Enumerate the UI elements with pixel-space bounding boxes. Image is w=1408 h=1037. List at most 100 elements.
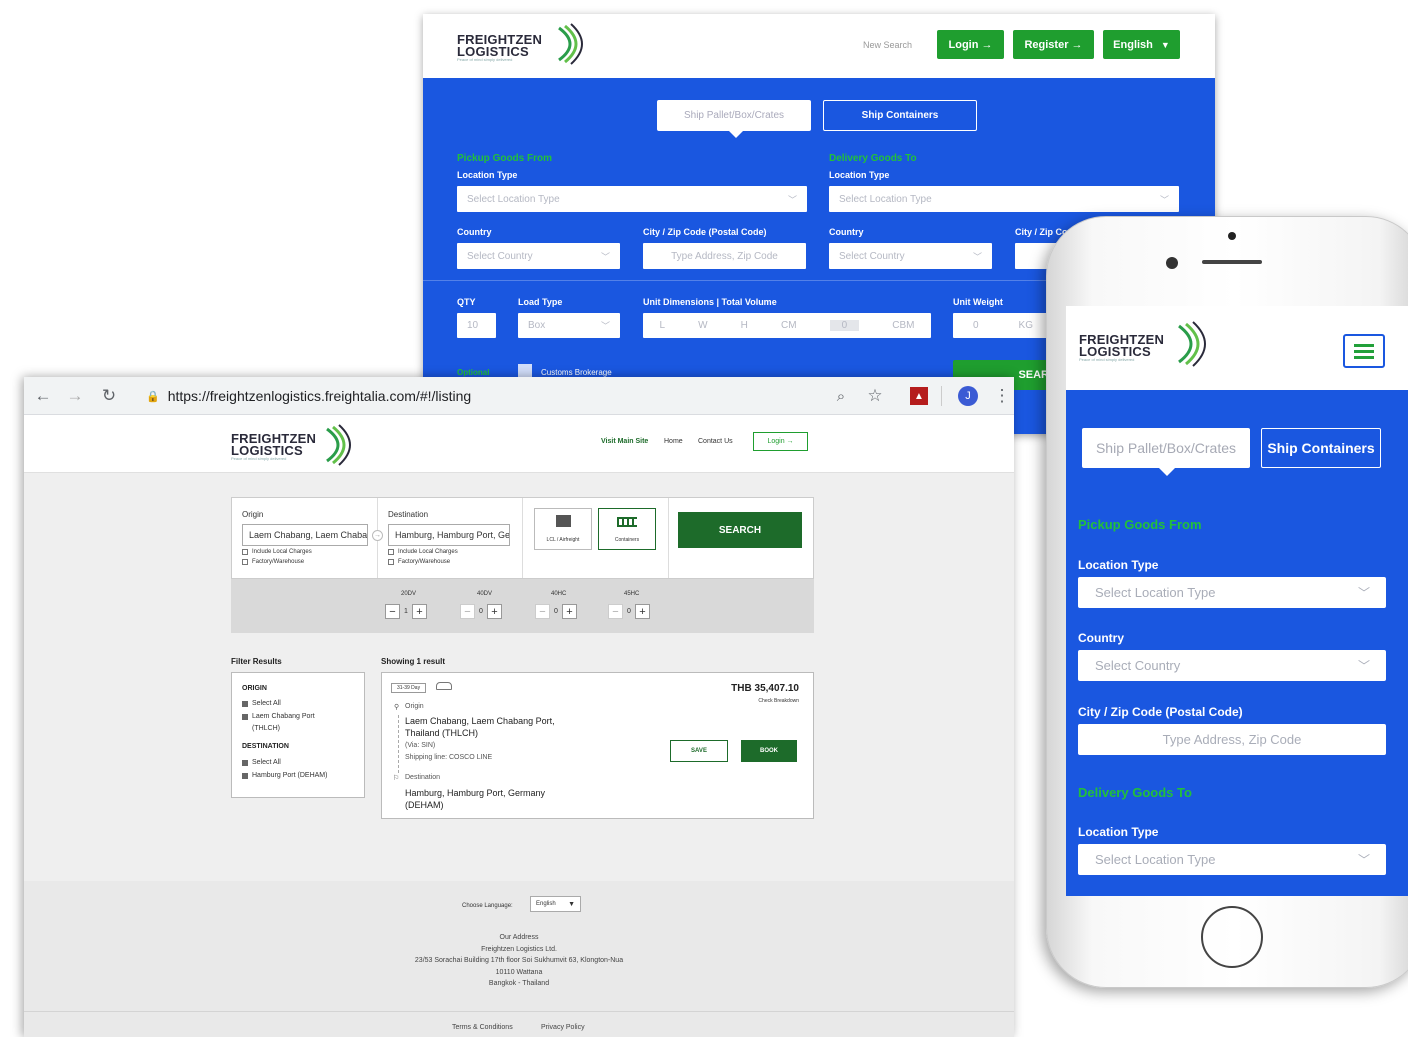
login-button[interactable]: Login →: [937, 30, 1004, 59]
result-card[interactable]: 31-39 Day THB 35,407.10 Check Breakdown …: [381, 672, 814, 819]
delivery-country-label: Country: [829, 227, 864, 237]
checkbox[interactable]: [242, 549, 248, 555]
site-brand-logo[interactable]: FREIGHTZEN LOGISTICS Peace of mind simpl…: [231, 424, 351, 466]
length-field[interactable]: L: [660, 320, 666, 331]
phone-country-select[interactable]: Select Country ﹀: [1078, 650, 1386, 681]
phone-tab-pallet[interactable]: Ship Pallet/Box/Crates: [1082, 428, 1250, 468]
container-45hc-stepper[interactable]: − 0 +: [608, 604, 650, 619]
chevron-down-icon: ﹀: [600, 321, 610, 331]
pickup-country-label: Country: [457, 227, 492, 237]
hamburger-menu-icon[interactable]: [1343, 334, 1385, 368]
site-login-button[interactable]: Login →: [753, 432, 808, 451]
checkbox[interactable]: [242, 713, 248, 720]
volume-unit: CBM: [892, 320, 915, 331]
check-breakdown-link[interactable]: Check Breakdown: [758, 698, 799, 704]
phone-brand-logo[interactable]: FREIGHTZEN LOGISTICS Peace of mind simpl…: [1079, 321, 1206, 367]
qty-input[interactable]: 10: [457, 313, 496, 338]
pdf-extension-icon[interactable]: ▲: [910, 387, 928, 405]
brand-logo[interactable]: FREIGHTZEN LOGISTICS Peace of mind simpl…: [457, 23, 583, 65]
home-link[interactable]: Home: [664, 438, 683, 445]
width-field[interactable]: W: [698, 320, 707, 331]
phone-delivery-location-select[interactable]: Select Location Type ﹀: [1078, 844, 1386, 875]
customs-checkbox[interactable]: [518, 364, 532, 378]
visit-main-site-link[interactable]: Visit Main Site: [601, 438, 648, 445]
phone-country-label: Country: [1078, 631, 1124, 645]
mode-lcl-button[interactable]: LCL / Airfreight: [534, 508, 592, 550]
load-type-select[interactable]: Box ﹀: [518, 313, 620, 338]
forward-arrow-icon[interactable]: →: [64, 385, 86, 407]
toolbar-divider: [941, 386, 942, 406]
address-bar[interactable]: 🔒 https://freightzenlogistics.freightali…: [132, 382, 862, 410]
filter-dest-select-all[interactable]: Select All: [242, 759, 281, 766]
minus-icon[interactable]: −: [535, 604, 550, 619]
delivery-location-type-select[interactable]: Select Location Type ﹀: [829, 186, 1179, 212]
dim-unit[interactable]: CM: [781, 320, 797, 331]
minus-icon[interactable]: −: [460, 604, 475, 619]
back-arrow-icon[interactable]: ←: [32, 385, 54, 407]
flag-icon: ⚐: [393, 775, 400, 782]
privacy-link[interactable]: Privacy Policy: [541, 1024, 585, 1031]
dest-local-charges[interactable]: Include Local Charges: [388, 549, 458, 555]
logo-tagline: Peace of mind simply delivered: [231, 456, 287, 462]
minus-icon[interactable]: −: [608, 604, 623, 619]
star-icon[interactable]: ☆: [864, 385, 886, 407]
swap-arrow-icon[interactable]: →: [372, 530, 383, 541]
container-20dv-stepper[interactable]: − 1 +: [385, 604, 427, 619]
pickup-location-type-value: Select Location Type: [467, 193, 560, 205]
plus-icon[interactable]: +: [561, 604, 577, 619]
reload-icon[interactable]: ↻: [98, 385, 120, 407]
footer-language-select[interactable]: English ▼: [530, 896, 581, 912]
plus-icon[interactable]: +: [486, 604, 502, 619]
dimensions-input-group[interactable]: L W H CM 0 CBM: [643, 313, 931, 338]
phone-tab-containers[interactable]: Ship Containers: [1261, 428, 1381, 468]
origin-local-charges[interactable]: Include Local Charges: [242, 549, 312, 555]
delivery-country-select[interactable]: Select Country ﹀: [829, 243, 992, 269]
dest-factory[interactable]: Factory/Warehouse: [388, 559, 450, 565]
origin-input[interactable]: Laem Chabang, Laem Chabang Port: [242, 524, 368, 546]
height-field[interactable]: H: [741, 320, 748, 331]
zoom-icon[interactable]: ⌕: [830, 385, 852, 407]
new-search-link[interactable]: New Search: [863, 40, 912, 50]
container-40dv-stepper[interactable]: − 0 +: [460, 604, 502, 619]
plus-icon[interactable]: +: [411, 604, 427, 619]
pickup-city-input[interactable]: Type Address, Zip Code: [643, 243, 806, 269]
checkbox[interactable]: [242, 772, 248, 779]
checkbox[interactable]: [388, 549, 394, 555]
choose-language-label: Choose Language:: [462, 903, 513, 909]
pickup-country-select[interactable]: Select Country ﹀: [457, 243, 620, 269]
contact-link[interactable]: Contact Us: [698, 438, 733, 445]
profile-avatar[interactable]: J: [958, 386, 978, 406]
tab-containers[interactable]: Ship Containers: [823, 100, 977, 131]
result-dest-line1: Hamburg, Hamburg Port, Germany: [405, 788, 546, 798]
load-type-label: Load Type: [518, 297, 563, 307]
weight-input[interactable]: 0 KG: [953, 313, 1053, 338]
qty-label: QTY: [457, 297, 476, 307]
origin-factory[interactable]: Factory/Warehouse: [242, 559, 304, 565]
pickup-location-type-select[interactable]: Select Location Type ﹀: [457, 186, 807, 212]
mode-containers-button[interactable]: Containers: [598, 508, 656, 550]
delivery-city-label: City / Zip Co: [1015, 227, 1068, 237]
checkbox[interactable]: [242, 759, 248, 766]
truck-icon: [436, 682, 452, 690]
phone-location-type-select[interactable]: Select Location Type ﹀: [1078, 577, 1386, 608]
plus-icon[interactable]: +: [634, 604, 650, 619]
terms-link[interactable]: Terms & Conditions: [452, 1024, 513, 1031]
checkbox[interactable]: [242, 700, 248, 707]
tab-pallet[interactable]: Ship Pallet/Box/Crates: [657, 100, 811, 131]
register-button[interactable]: Register →: [1013, 30, 1094, 59]
search-button[interactable]: SEARCH: [678, 512, 802, 548]
phone-city-input[interactable]: Type Address, Zip Code: [1078, 724, 1386, 755]
filter-dest-port[interactable]: Hamburg Port (DEHAM): [242, 772, 327, 779]
book-button[interactable]: BOOK: [741, 740, 797, 762]
kebab-menu-icon[interactable]: ⋮: [991, 385, 1013, 407]
container-40hc-stepper[interactable]: − 0 +: [535, 604, 577, 619]
destination-input[interactable]: Hamburg, Hamburg Port, Germany: [388, 524, 510, 546]
language-select[interactable]: English ▼: [1103, 30, 1180, 59]
phone-home-button[interactable]: [1201, 906, 1263, 968]
checkbox[interactable]: [242, 559, 248, 565]
minus-icon[interactable]: −: [385, 604, 400, 619]
save-button[interactable]: SAVE: [670, 740, 728, 762]
filter-origin-select-all[interactable]: Select All: [242, 700, 281, 707]
checkbox[interactable]: [388, 559, 394, 565]
filter-origin-port[interactable]: Laem Chabang Port: [242, 713, 315, 720]
